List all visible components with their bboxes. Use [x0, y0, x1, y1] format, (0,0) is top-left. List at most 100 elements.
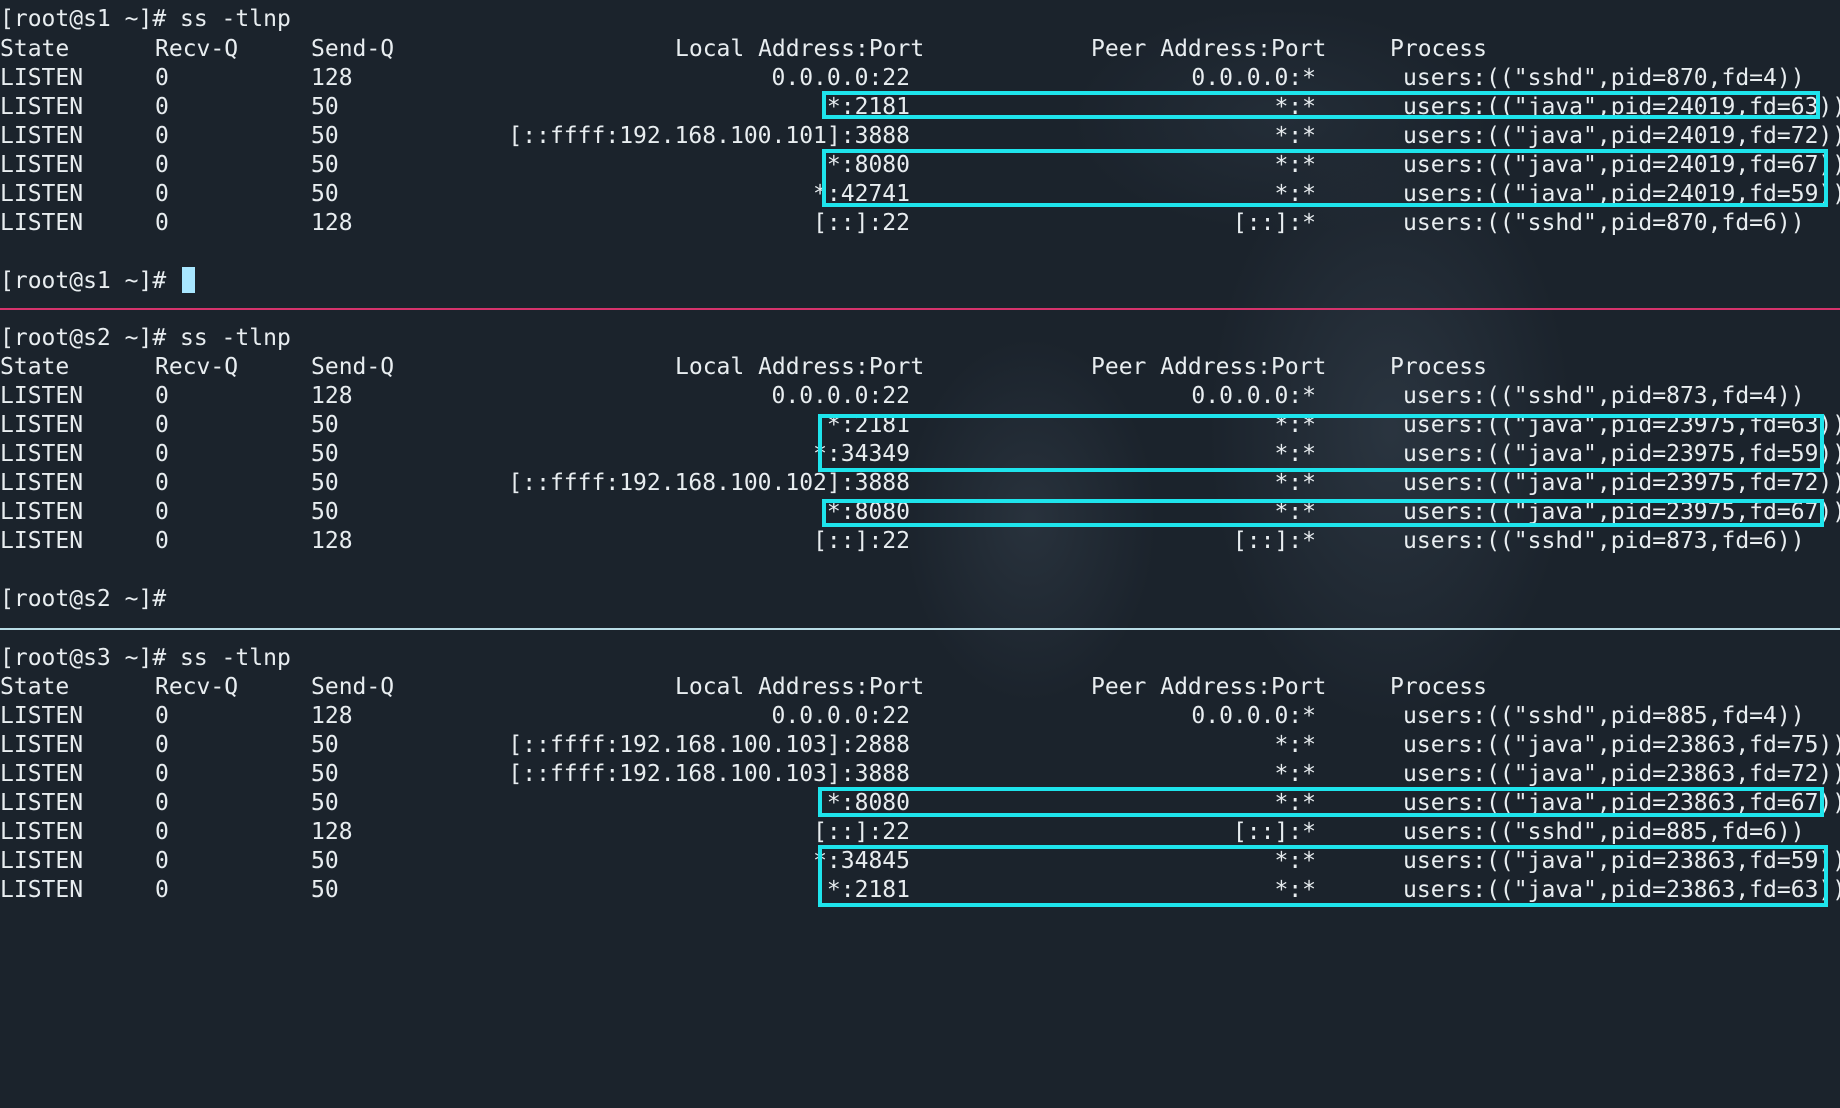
header-process: Process [1390, 36, 1487, 62]
peer-address-cell: [::]:* [1232, 210, 1316, 236]
process-cell: users:(("sshd",pid=870,fd=4)) [1403, 65, 1805, 91]
send-q-cell: 50 [311, 441, 339, 467]
end-prompt: [root@s2 ~]# [0, 586, 167, 612]
header-send-q: Send-Q [311, 354, 395, 380]
local-address-cell: *:8080 [826, 790, 910, 816]
process-cell: users:(("sshd",pid=885,fd=4)) [1403, 703, 1805, 729]
state-cell: LISTEN [0, 181, 84, 207]
local-address-cell: *:8080 [826, 499, 910, 525]
state-cell: LISTEN [0, 412, 84, 438]
state-cell: LISTEN [0, 790, 84, 816]
socket-row: LISTEN 0 50 [::ffff:192.168.100.103]:388… [0, 760, 1840, 789]
column-header-row: State Recv-Q Send-Q Local Address:Port P… [0, 353, 1487, 382]
recv-q-cell: 0 [155, 761, 169, 787]
socket-row: LISTEN 0 50 *:8080 *:* users:(("java",pi… [0, 498, 1840, 527]
peer-address-cell: *:* [1274, 94, 1316, 120]
state-cell: LISTEN [0, 761, 84, 787]
socket-row: LISTEN 0 50 [::ffff:192.168.100.103]:288… [0, 731, 1840, 760]
local-address-cell: 0.0.0.0:22 [771, 383, 910, 409]
recv-q-cell: 0 [155, 499, 169, 525]
peer-address-cell: *:* [1274, 761, 1316, 787]
terminal-pane-s2[interactable]: [root@s2 ~]# ss -tlnp State Recv-Q Send-… [0, 310, 1840, 628]
local-address-cell: [::]:22 [813, 528, 910, 554]
peer-address-cell: [::]:* [1232, 528, 1316, 554]
state-cell: LISTEN [0, 877, 84, 903]
send-q-cell: 128 [311, 528, 353, 554]
socket-row: LISTEN 0 50 *:34349 *:* users:(("java",p… [0, 440, 1840, 469]
recv-q-cell: 0 [155, 441, 169, 467]
socket-row: LISTEN 0 128 [::]:22 [::]:* users:(("ssh… [0, 818, 1805, 847]
header-recv-q: Recv-Q [155, 354, 239, 380]
header-send-q: Send-Q [311, 674, 395, 700]
command-prompt: [root@s2 ~]# ss -tlnp [0, 325, 291, 351]
local-address-cell: *:34845 [813, 848, 910, 874]
recv-q-cell: 0 [155, 528, 169, 554]
state-cell: LISTEN [0, 65, 84, 91]
send-q-cell: 50 [311, 761, 339, 787]
local-address-cell: *:2181 [826, 412, 910, 438]
send-q-cell: 128 [311, 819, 353, 845]
header-peer-address: Peer Address:Port [1091, 36, 1327, 62]
send-q-cell: 128 [311, 703, 353, 729]
peer-address-cell: *:* [1274, 412, 1316, 438]
socket-row: LISTEN 0 128 [::]:22 [::]:* users:(("ssh… [0, 209, 1805, 238]
state-cell: LISTEN [0, 819, 84, 845]
recv-q-cell: 0 [155, 848, 169, 874]
terminal-pane-s3[interactable]: [root@s3 ~]# ss -tlnp State Recv-Q Send-… [0, 630, 1840, 914]
terminal-pane-s1[interactable]: [root@s1 ~]# ss -tlnp State Recv-Q Send-… [0, 0, 1840, 308]
local-address-cell: *:8080 [826, 152, 910, 178]
header-peer-address: Peer Address:Port [1091, 354, 1327, 380]
recv-q-cell: 0 [155, 94, 169, 120]
process-cell: users:(("sshd",pid=873,fd=6)) [1403, 528, 1805, 554]
process-cell: users:(("java",pid=23975,fd=72)) [1403, 470, 1840, 496]
header-local-address: Local Address:Port [675, 674, 925, 700]
header-state: State [0, 36, 70, 62]
state-cell: LISTEN [0, 703, 84, 729]
send-q-cell: 50 [311, 94, 339, 120]
send-q-cell: 128 [311, 383, 353, 409]
local-address-cell: [::ffff:192.168.100.103]:3888 [508, 761, 910, 787]
peer-address-cell: *:* [1274, 470, 1316, 496]
peer-address-cell: 0.0.0.0:* [1191, 383, 1316, 409]
process-cell: users:(("java",pid=23863,fd=72)) [1403, 761, 1840, 787]
process-cell: users:(("java",pid=24019,fd=63)) [1403, 94, 1840, 120]
recv-q-cell: 0 [155, 470, 169, 496]
socket-row: LISTEN 0 50 *:34845 *:* users:(("java",p… [0, 847, 1840, 876]
recv-q-cell: 0 [155, 383, 169, 409]
end-prompt: [root@s1 ~]# [0, 267, 196, 296]
socket-row: LISTEN 0 50 *:42741 *:* users:(("java",p… [0, 180, 1840, 209]
process-cell: users:(("java",pid=23975,fd=63)) [1403, 412, 1840, 438]
socket-row: LISTEN 0 50 [::ffff:192.168.100.102]:388… [0, 469, 1840, 498]
peer-address-cell: *:* [1274, 848, 1316, 874]
send-q-cell: 50 [311, 412, 339, 438]
local-address-cell: [::ffff:192.168.100.103]:2888 [508, 732, 910, 758]
socket-row: LISTEN 0 50 *:8080 *:* users:(("java",pi… [0, 789, 1840, 818]
header-local-address: Local Address:Port [675, 36, 925, 62]
socket-row: LISTEN 0 50 *:2181 *:* users:(("java",pi… [0, 876, 1840, 905]
state-cell: LISTEN [0, 732, 84, 758]
peer-address-cell: *:* [1274, 152, 1316, 178]
local-address-cell: *:42741 [813, 181, 910, 207]
header-local-address: Local Address:Port [675, 354, 925, 380]
state-cell: LISTEN [0, 123, 84, 149]
header-peer-address: Peer Address:Port [1091, 674, 1327, 700]
local-address-cell: *:34349 [813, 441, 910, 467]
local-address-cell: [::ffff:192.168.100.101]:3888 [508, 123, 910, 149]
peer-address-cell: 0.0.0.0:* [1191, 703, 1316, 729]
peer-address-cell: 0.0.0.0:* [1191, 65, 1316, 91]
header-state: State [0, 354, 70, 380]
send-q-cell: 50 [311, 152, 339, 178]
header-process: Process [1390, 674, 1487, 700]
send-q-cell: 50 [311, 732, 339, 758]
recv-q-cell: 0 [155, 181, 169, 207]
state-cell: LISTEN [0, 152, 84, 178]
command-prompt: [root@s3 ~]# ss -tlnp [0, 645, 291, 671]
header-recv-q: Recv-Q [155, 36, 239, 62]
send-q-cell: 50 [311, 123, 339, 149]
socket-row: LISTEN 0 50 *:8080 *:* users:(("java",pi… [0, 151, 1840, 180]
state-cell: LISTEN [0, 441, 84, 467]
local-address-cell: [::]:22 [813, 210, 910, 236]
process-cell: users:(("java",pid=23975,fd=67)) [1403, 499, 1840, 525]
process-cell: users:(("sshd",pid=885,fd=6)) [1403, 819, 1805, 845]
local-address-cell: 0.0.0.0:22 [771, 65, 910, 91]
